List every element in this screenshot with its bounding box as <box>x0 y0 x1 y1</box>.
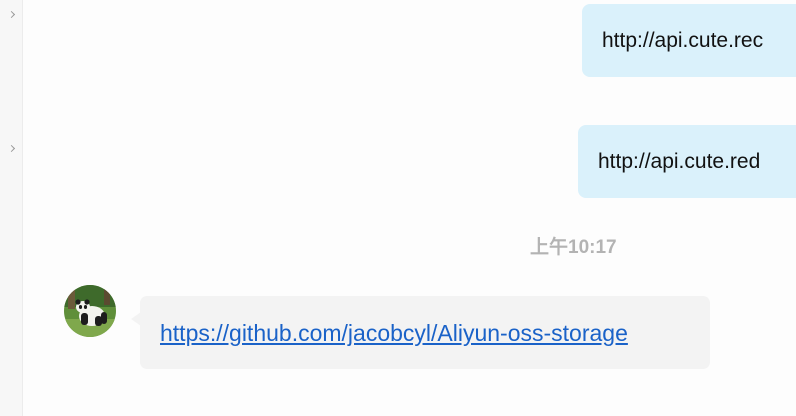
contact-avatar[interactable] <box>64 285 116 337</box>
outgoing-message-bubble[interactable]: http://api.cute.rec <box>582 4 796 77</box>
chevron-right-icon <box>7 10 16 19</box>
message-area[interactable]: http://api.cute.rec http://api.cute.red … <box>23 0 796 416</box>
panda-avatar-icon <box>64 285 116 337</box>
chat-window: http://api.cute.rec http://api.cute.red … <box>0 0 796 416</box>
incoming-message-bubble[interactable]: https://github.com/jacobcyl/Aliyun-oss-s… <box>131 296 710 369</box>
chevron-right-icon <box>7 144 16 153</box>
message-link[interactable]: https://github.com/jacobcyl/Aliyun-oss-s… <box>160 320 628 347</box>
conversation-list-edge[interactable] <box>0 0 23 416</box>
outgoing-message-text: http://api.cute.red <box>598 150 761 173</box>
outgoing-message-text: http://api.cute.rec <box>602 29 764 52</box>
outgoing-message-bubble[interactable]: http://api.cute.red <box>578 125 796 198</box>
message-timestamp: 上午10:17 <box>530 237 617 258</box>
